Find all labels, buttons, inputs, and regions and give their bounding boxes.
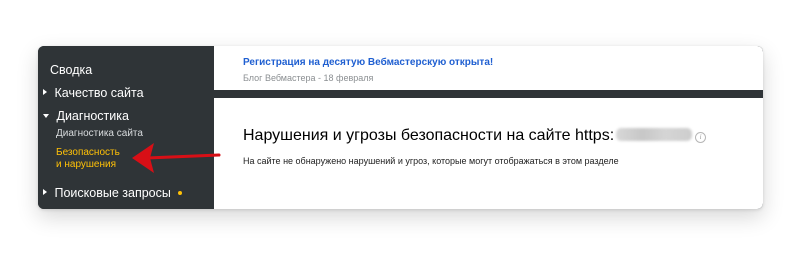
- sidebar-item-site-quality[interactable]: Качество сайта: [43, 86, 144, 101]
- notification-dot-icon: [178, 191, 183, 195]
- screenshot-stage: Сводка Качество сайта Диагностика Диагно…: [0, 0, 800, 256]
- sidebar-subitem-site-diagnostics[interactable]: Диагностика сайта: [56, 128, 143, 140]
- security-status-message: На сайте не обнаружено нарушений и угроз…: [243, 156, 619, 166]
- sidebar-subitem-security[interactable]: Безопасность и нарушения: [56, 147, 120, 171]
- security-violations-card: Нарушения и угрозы безопасности на сайте…: [214, 98, 763, 209]
- sidebar-item-summary[interactable]: Сводка: [50, 63, 92, 78]
- collapse-triangle-icon: [43, 189, 47, 195]
- sidebar-item-summary-label: Сводка: [50, 63, 93, 77]
- sidebar-subitem-site-diagnostics-label: Диагностика сайта: [56, 128, 143, 139]
- expand-triangle-icon: [43, 114, 49, 118]
- sidebar-subitem-security-label-line-1: Безопасность: [56, 147, 120, 158]
- webmaster-panel: Сводка Качество сайта Диагностика Диагно…: [38, 46, 763, 209]
- sidebar-item-site-quality-label: Качество сайта: [54, 86, 144, 100]
- sidebar-item-search-queries[interactable]: Поисковые запросы: [43, 186, 183, 201]
- info-icon[interactable]: i: [695, 132, 707, 143]
- sidebar-item-search-queries-label: Поисковые запросы: [54, 186, 171, 200]
- sidebar-item-diagnostics-label: Диагностика: [56, 109, 129, 123]
- sidebar-subitem-security-label-line-2: и нарушения: [56, 159, 117, 170]
- collapse-triangle-icon: [43, 89, 47, 95]
- blog-news-meta: Блог Вебмастера - 18 февраля: [243, 73, 374, 83]
- main-content: Регистрация на десятую Вебмастерскую отк…: [214, 46, 763, 209]
- blurred-domain: [616, 128, 693, 141]
- page-title: Нарушения и угрозы безопасности на сайте…: [243, 127, 707, 145]
- sidebar: Сводка Качество сайта Диагностика Диагно…: [38, 46, 212, 209]
- page-title-text: Нарушения и угрозы безопасности на сайте…: [243, 127, 615, 144]
- blog-news-card: Регистрация на десятую Вебмастерскую отк…: [214, 46, 763, 90]
- blog-news-link[interactable]: Регистрация на десятую Вебмастерскую отк…: [243, 57, 493, 68]
- sidebar-item-diagnostics[interactable]: Диагностика: [43, 109, 129, 124]
